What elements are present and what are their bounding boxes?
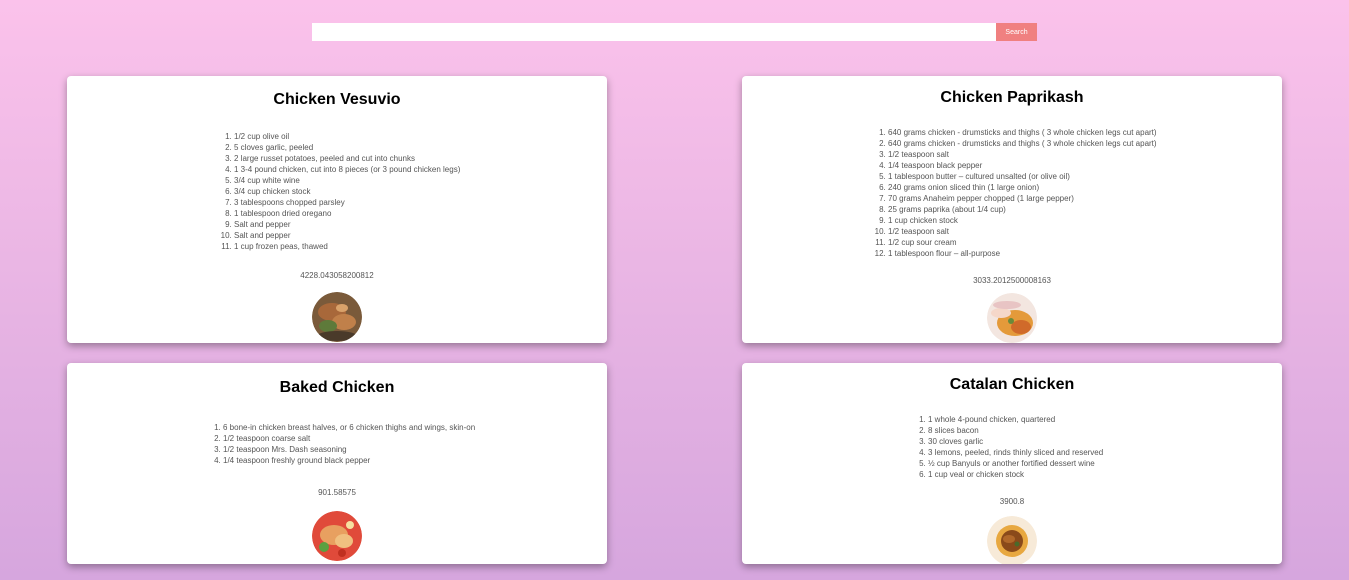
recipe-title: Chicken Paprikash <box>940 89 1084 106</box>
ingredient-item: 1/2 cup sour cream <box>888 237 1157 248</box>
ingredients-list: 640 grams chicken - drumsticks and thigh… <box>868 127 1157 259</box>
ingredient-item: 1 tablespoon flour – all-purpose <box>888 248 1157 259</box>
search-button[interactable]: Search <box>996 23 1037 41</box>
recipe-title: Baked Chicken <box>279 379 395 396</box>
ingredient-item: 1/2 cup olive oil <box>234 131 460 142</box>
recipe-image <box>312 292 362 342</box>
recipe-image <box>987 516 1037 564</box>
recipe-card: Chicken Vesuvio 1/2 cup olive oil 5 clov… <box>67 76 607 343</box>
ingredient-item: 1/2 teaspoon salt <box>888 226 1157 237</box>
ingredient-item: 1 tablespoon dried oregano <box>234 208 460 219</box>
ingredient-item: 1/2 teaspoon coarse salt <box>223 433 475 444</box>
recipe-image <box>312 511 362 561</box>
baked-chicken-photo <box>312 511 362 561</box>
ingredient-item: 240 grams onion sliced thin (1 large oni… <box>888 182 1157 193</box>
recipe-score: 3033.2012500008163 <box>973 276 1051 285</box>
ingredient-item: ½ cup Banyuls or another fortified desse… <box>928 458 1103 469</box>
ingredient-item: 1/4 teaspoon freshly ground black pepper <box>223 455 475 466</box>
ingredient-item: 3/4 cup chicken stock <box>234 186 460 197</box>
ingredient-item: 3 lemons, peeled, rinds thinly sliced an… <box>928 447 1103 458</box>
paprikash-dish-photo <box>987 293 1037 343</box>
ingredient-item: 640 grams chicken - drumsticks and thigh… <box>888 138 1157 149</box>
ingredient-item: Salt and pepper <box>234 219 460 230</box>
ingredient-item: 1 3-4 pound chicken, cut into 8 pieces (… <box>234 164 460 175</box>
ingredient-item: 8 slices bacon <box>928 425 1103 436</box>
ingredient-item: 1/2 teaspoon salt <box>888 149 1157 160</box>
ingredient-item: 3 tablespoons chopped parsley <box>234 197 460 208</box>
ingredient-item: 1 tablespoon butter – cultured unsalted … <box>888 171 1157 182</box>
ingredient-item: 1/4 teaspoon black pepper <box>888 160 1157 171</box>
recipe-score: 3900.8 <box>999 497 1025 506</box>
recipe-image <box>987 293 1037 343</box>
recipe-card: Chicken Paprikash 640 grams chicken - dr… <box>742 76 1282 343</box>
ingredient-item: 1 cup veal or chicken stock <box>928 469 1103 480</box>
ingredient-item: 640 grams chicken - drumsticks and thigh… <box>888 127 1157 138</box>
recipe-title: Catalan Chicken <box>949 376 1075 393</box>
recipe-score: 901.58575 <box>318 488 356 497</box>
recipe-score: 4228.043058200812 <box>300 271 374 280</box>
search-input[interactable] <box>312 23 996 41</box>
ingredient-item: 1 whole 4-pound chicken, quartered <box>928 414 1103 425</box>
recipe-title: Chicken Vesuvio <box>273 91 401 108</box>
search-bar: Search <box>312 23 1037 41</box>
ingredient-item: 1 cup frozen peas, thawed <box>234 241 460 252</box>
ingredient-item: 2 large russet potatoes, peeled and cut … <box>234 153 460 164</box>
catalan-chicken-photo <box>987 516 1037 564</box>
ingredient-item: 6 bone-in chicken breast halves, or 6 ch… <box>223 422 475 433</box>
ingredient-item: 25 grams paprika (about 1/4 cup) <box>888 204 1157 215</box>
ingredients-list: 6 bone-in chicken breast halves, or 6 ch… <box>203 422 475 466</box>
ingredient-item: 1/2 teaspoon Mrs. Dash seasoning <box>223 444 475 455</box>
recipe-card: Catalan Chicken 1 whole 4-pound chicken,… <box>742 363 1282 564</box>
ingredient-item: 1 cup chicken stock <box>888 215 1157 226</box>
ingredient-item: Salt and pepper <box>234 230 460 241</box>
ingredients-list: 1 whole 4-pound chicken, quartered 8 sli… <box>908 414 1103 480</box>
ingredient-item: 5 cloves garlic, peeled <box>234 142 460 153</box>
recipe-card: Baked Chicken 6 bone-in chicken breast h… <box>67 363 607 564</box>
ingredient-item: 3/4 cup white wine <box>234 175 460 186</box>
ingredient-item: 30 cloves garlic <box>928 436 1103 447</box>
chicken-dish-photo <box>312 292 362 342</box>
ingredients-list: 1/2 cup olive oil 5 cloves garlic, peele… <box>214 131 460 252</box>
ingredient-item: 70 grams Anaheim pepper chopped (1 large… <box>888 193 1157 204</box>
